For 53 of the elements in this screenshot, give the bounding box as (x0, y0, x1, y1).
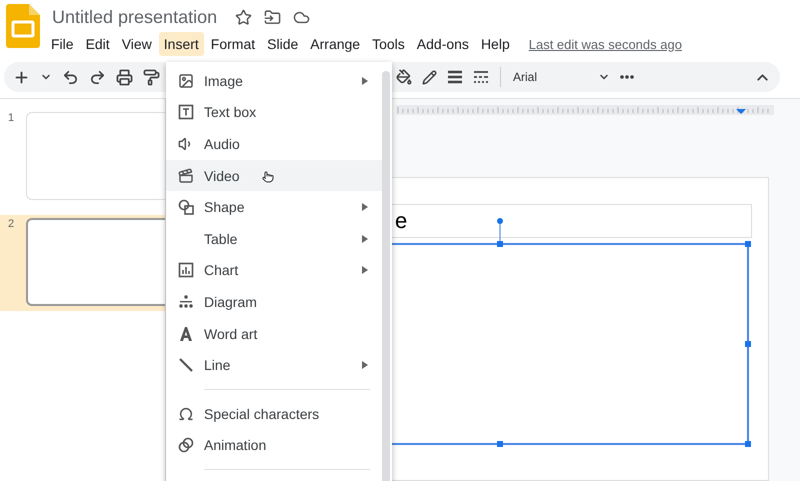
document-title[interactable]: Untitled presentation (52, 6, 218, 28)
menu-item[interactable]: Add-ons (412, 32, 474, 56)
line-icon (178, 357, 194, 374)
menu-item[interactable]: Insert (158, 32, 204, 56)
menu-option[interactable]: Image (166, 65, 382, 97)
last-edit-link[interactable]: Last edit was seconds ago (528, 36, 682, 52)
menu-option[interactable]: Audio (166, 128, 382, 160)
font-dropdown[interactable]: Arial (509, 70, 591, 84)
printer-icon (116, 68, 133, 86)
more-button[interactable] (617, 72, 637, 82)
title-text: e (395, 208, 408, 234)
slide-thumbnail[interactable] (26, 218, 165, 306)
word-art-icon (178, 326, 194, 342)
diagram-icon (178, 294, 194, 310)
menu-item[interactable]: Slide (262, 32, 304, 56)
menu-option[interactable]: Word art (166, 318, 382, 350)
shape-icon (178, 199, 194, 216)
line-weight-icon (447, 69, 463, 85)
menu-option[interactable]: Line (166, 349, 382, 381)
menu-item[interactable]: Help (476, 32, 515, 56)
slide-row[interactable]: 1 (0, 109, 165, 205)
image-icon (178, 72, 194, 89)
line-dash-icon (473, 69, 489, 85)
menu-option[interactable]: Video (166, 160, 382, 192)
slide-number: 2 (8, 218, 16, 232)
menu-option[interactable]: Animation (166, 430, 382, 462)
menu-option[interactable]: Text box (166, 96, 382, 128)
folder-icon[interactable] (264, 8, 282, 26)
scrollbar[interactable] (382, 71, 390, 481)
more-icon (620, 75, 634, 79)
menu-item[interactable]: View (116, 32, 157, 56)
menu-item[interactable]: Edit (80, 32, 115, 56)
menu-item[interactable]: Arrange (305, 32, 366, 56)
menu-option[interactable]: Diagram (166, 286, 382, 318)
plus-icon (13, 68, 30, 86)
slide-row[interactable]: 2 (0, 215, 165, 311)
menu-option[interactable]: Chart (166, 254, 382, 286)
menu-item[interactable]: File (46, 32, 79, 56)
menu-item[interactable]: Format (206, 32, 260, 56)
menu-option[interactable]: Special characters (166, 398, 382, 430)
pencil-icon (422, 70, 437, 84)
paint-roller-icon (143, 68, 160, 86)
omega-icon (178, 406, 194, 422)
menu-item[interactable]: Tools (367, 32, 410, 56)
paint-bucket-icon (396, 69, 412, 85)
redo-icon (89, 68, 106, 86)
star-icon[interactable] (235, 8, 252, 26)
animation-icon (178, 437, 194, 454)
chart-icon (178, 262, 194, 278)
slide-number: 1 (8, 112, 16, 126)
undo-icon (62, 68, 79, 86)
clapperboard-icon (178, 168, 194, 184)
text-box-icon (178, 104, 194, 120)
